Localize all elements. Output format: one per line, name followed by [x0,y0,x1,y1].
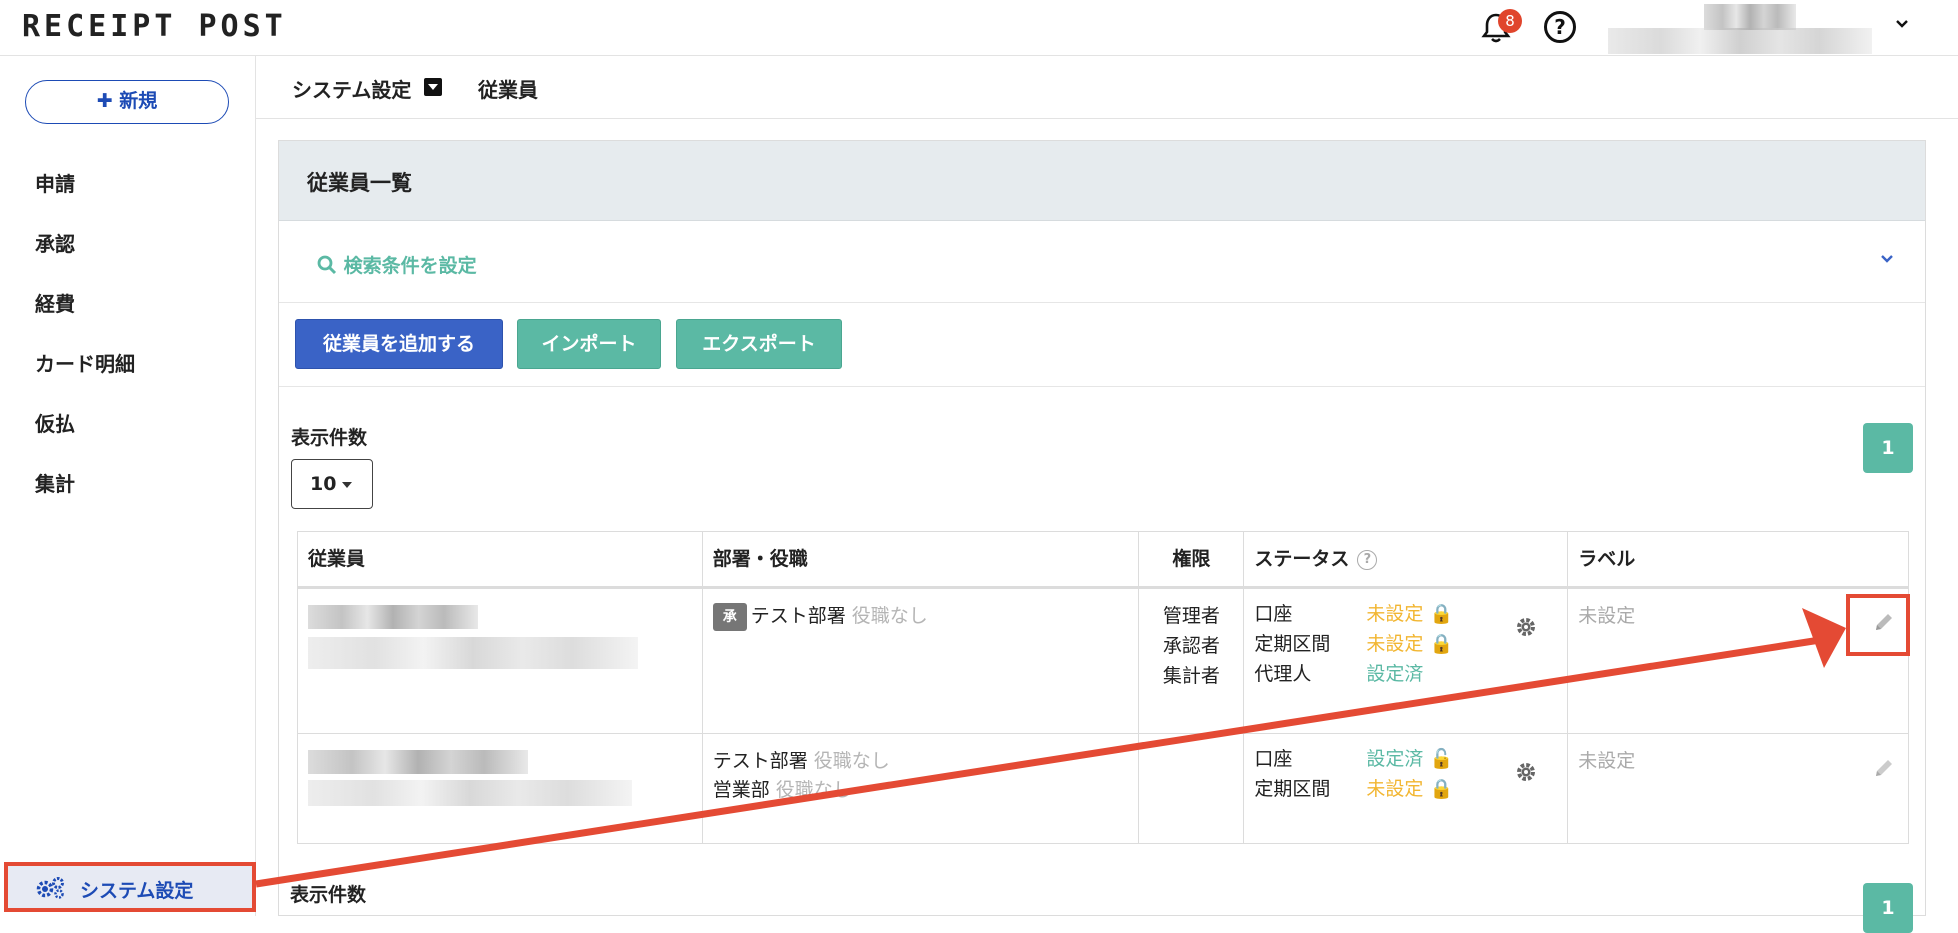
page-title: 従業員一覧 [307,171,412,195]
lock-icon: 🔒 [1429,603,1454,625]
role-cell [1138,733,1245,844]
employee-name-blurred [308,750,528,774]
col-status: ステータス? [1243,531,1569,589]
employee-list-card: 従業員一覧 検索条件を設定 従業員を追加する インポート エクスポート 表示件数… [278,140,1926,933]
col-role: 権限 [1138,531,1245,589]
sidebar-item-advance[interactable]: 仮払 [35,408,75,437]
search-conditions-link[interactable]: 検索条件を設定 [317,251,477,278]
status-cell: 口座 未設定 🔒 定期区間 未設定 🔒 代理人 設定済 [1243,587,1569,734]
col-dept: 部署・役職 [701,531,1140,589]
import-button[interactable]: インポート [517,319,661,369]
help-icon[interactable]: ? [1544,11,1576,43]
search-conditions-row[interactable]: 検索条件を設定 [279,221,1925,303]
highlight-box [1846,594,1910,656]
breadcrumb-employees: 従業員 [478,78,538,102]
page-size-select[interactable]: 10 [291,459,373,509]
card-header: 従業員一覧 [279,141,1925,221]
sidebar-item-application[interactable]: 申請 [35,168,75,197]
chevron-down-icon[interactable] [1879,251,1895,267]
app-logo[interactable]: RECEIPT POST [22,12,287,42]
search-icon [317,255,344,277]
caret-down-icon[interactable] [424,78,442,96]
export-button[interactable]: エクスポート [676,319,842,369]
question-icon[interactable]: ? [1357,550,1378,570]
page-size-label: 表示件数 [291,427,368,449]
table-row[interactable]: テスト部署 役職なし 営業部 役職なし 口座 設定済 🔓 定期区間 未設定 🔒 未設… [297,733,1909,844]
gear-icon[interactable] [1514,615,1538,639]
dept-cell: 承テスト部署 役職なし [701,587,1140,734]
table-row[interactable]: 承テスト部署 役職なし 管理者 承認者 集計者 口座 未設定 🔒 定期区間 未設定 … [297,587,1909,734]
unlock-icon: 🔓 [1429,748,1454,770]
pencil-icon[interactable] [1872,756,1896,780]
employee-cell[interactable] [297,733,703,844]
employee-email-blurred [308,780,632,806]
new-button[interactable]: ✚ 新規 [25,80,229,124]
sidebar-item-card-statement[interactable]: カード明細 [35,348,135,377]
add-employee-button[interactable]: 従業員を追加する [295,319,503,369]
gear-icon[interactable] [1514,760,1538,784]
employee-table: 従業員 部署・役職 権限 ステータス? ラベル 承テスト部署 役職なし 管理者 [297,531,1909,844]
sidebar-item-expense[interactable]: 経費 [35,288,75,317]
col-employee: 従業員 [297,531,703,589]
plus-icon: ✚ [96,90,120,112]
employee-email-blurred [308,637,638,669]
lock-icon: 🔒 [1429,633,1454,655]
chevron-down-icon[interactable] [1894,16,1910,32]
sidebar-item-system-settings[interactable]: システム設定 [4,862,256,912]
employee-cell[interactable] [297,587,703,734]
breadcrumb-system-settings[interactable]: システム設定 [292,74,411,103]
page-size-label-bottom: 表示件数 [290,884,367,906]
dept-cell: テスト部署 役職なし 営業部 役職なし [701,733,1140,844]
notification-badge: 8 [1498,9,1522,33]
lock-icon: 🔒 [1429,778,1454,800]
label-cell: 未設定 [1567,733,1909,844]
approver-badge: 承 [712,603,747,631]
pagination-page-1[interactable]: 1 [1863,423,1913,473]
user-avatar-blurred[interactable] [1704,4,1796,30]
sidebar-item-approval[interactable]: 承認 [35,228,75,257]
user-name-blurred[interactable] [1608,28,1872,54]
action-buttons-row: 従業員を追加する インポート エクスポート [279,303,1925,387]
divider [256,118,1958,119]
role-cell: 管理者 承認者 集計者 [1138,587,1245,734]
sidebar-item-summary[interactable]: 集計 [35,468,75,497]
employee-name-blurred [308,605,478,629]
gears-icon [36,877,64,899]
sidebar: ✚ 新規 申請 承認 経費 カード明細 仮払 集計 システム設定 [0,56,256,916]
status-cell: 口座 設定済 🔓 定期区間 未設定 🔒 [1243,733,1569,844]
pagination-page-1-bottom[interactable]: 1 [1863,883,1913,933]
col-label: ラベル [1567,531,1909,589]
top-bar: RECEIPT POST 8 ? [0,0,1958,56]
